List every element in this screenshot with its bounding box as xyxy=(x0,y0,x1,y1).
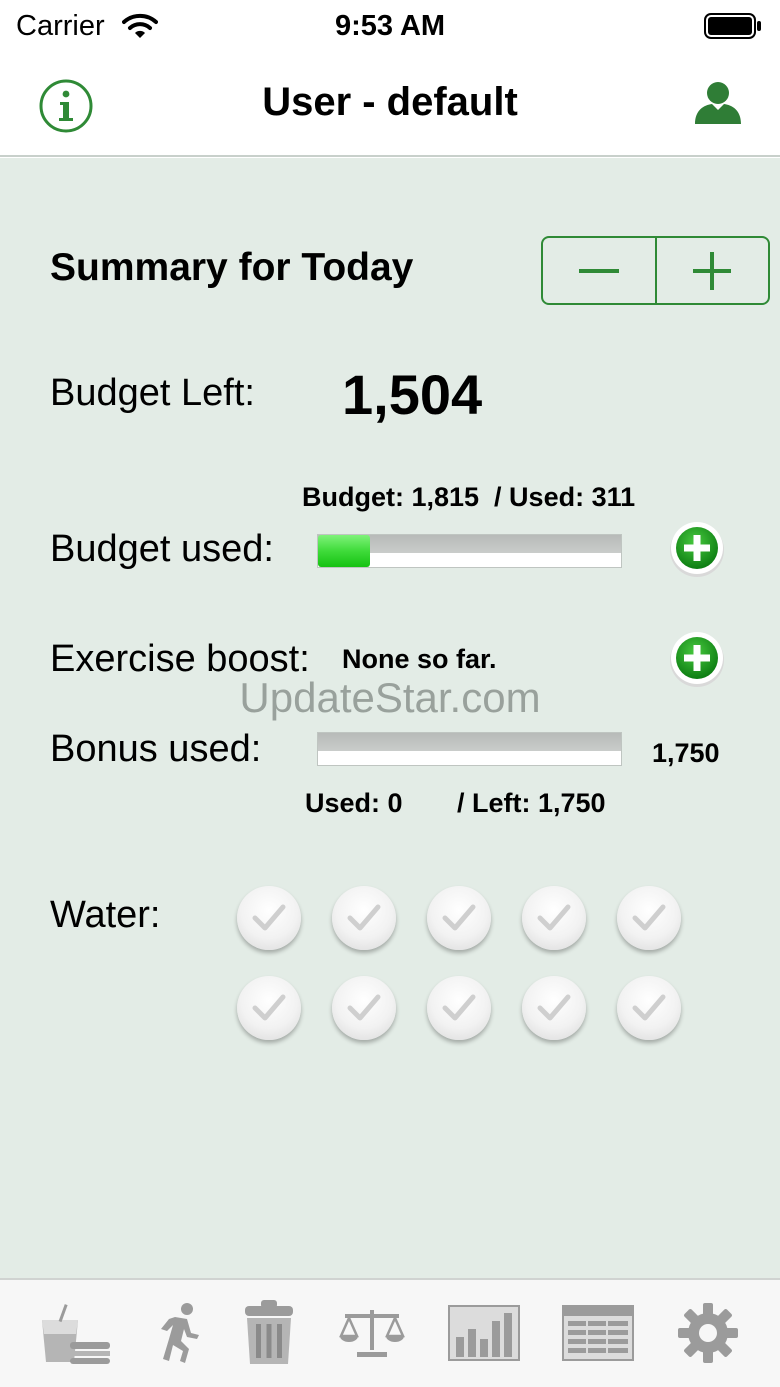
summary-panel: Summary for Today Budget Left: 1,504 Bud… xyxy=(0,158,780,1278)
tab-bar xyxy=(0,1278,780,1387)
water-tracker xyxy=(237,886,697,1040)
bonus-total: 1,750 xyxy=(652,738,720,768)
chart-icon xyxy=(448,1305,520,1361)
log-icon xyxy=(562,1305,634,1361)
user-icon[interactable] xyxy=(692,80,744,126)
bonus-used-progress xyxy=(317,732,622,766)
checkmark-icon xyxy=(537,994,571,1021)
budget-left-label: Budget Left: xyxy=(50,372,255,414)
checkmark-icon xyxy=(632,994,666,1021)
water-label: Water: xyxy=(50,894,161,936)
next-day-button[interactable] xyxy=(654,238,769,303)
minus-icon xyxy=(578,268,619,273)
budget-used-progress xyxy=(317,534,622,568)
summary-title: Summary for Today xyxy=(50,246,414,289)
exercise-icon xyxy=(161,1303,199,1363)
food-icon xyxy=(42,1304,110,1364)
watermark: UpdateStar.com xyxy=(239,674,541,721)
budget-used-fill xyxy=(318,535,370,567)
water-cup-8[interactable] xyxy=(427,976,491,1040)
checkmark-icon xyxy=(442,904,476,931)
checkmark-icon xyxy=(632,904,666,931)
scale-icon xyxy=(339,1310,405,1357)
settings-icon xyxy=(678,1303,738,1363)
water-cup-5[interactable] xyxy=(617,886,681,950)
water-cup-1[interactable] xyxy=(237,886,301,950)
bonus-used-label: Bonus used: xyxy=(50,728,262,770)
water-cup-7[interactable] xyxy=(332,976,396,1040)
battery-icon xyxy=(704,13,761,39)
water-cup-9[interactable] xyxy=(522,976,586,1040)
bonus-left-value: / Left: 1,750 xyxy=(457,788,606,818)
tab-log[interactable] xyxy=(558,1298,638,1368)
checkmark-icon xyxy=(537,904,571,931)
tab-weight[interactable] xyxy=(332,1298,412,1368)
plus-icon xyxy=(693,251,732,290)
tab-exercise[interactable] xyxy=(138,1298,218,1368)
budget-left-value: 1,504 xyxy=(342,363,483,426)
day-stepper[interactable] xyxy=(541,236,770,305)
water-cup-2[interactable] xyxy=(332,886,396,950)
nav-bar: User - default xyxy=(0,56,780,157)
previous-day-button[interactable] xyxy=(543,238,655,303)
checkmark-icon xyxy=(252,994,286,1021)
checkmark-icon xyxy=(347,994,381,1021)
water-cup-10[interactable] xyxy=(617,976,681,1040)
water-cup-6[interactable] xyxy=(237,976,301,1040)
clock: 9:53 AM xyxy=(334,10,446,42)
tab-settings[interactable] xyxy=(668,1298,748,1368)
page-title: User - default xyxy=(262,80,518,124)
status-bar: Carrier 9:53 AM xyxy=(0,0,780,56)
tab-charts[interactable] xyxy=(444,1298,524,1368)
checkmark-icon xyxy=(347,904,381,931)
exercise-boost-value: None so far. xyxy=(342,644,497,674)
budget-used-label: Budget used: xyxy=(50,528,274,570)
budget-stats: Budget: 1,815 / Used: 311 xyxy=(302,482,636,512)
add-food-button[interactable] xyxy=(668,520,726,578)
water-cup-4[interactable] xyxy=(522,886,586,950)
checkmark-icon xyxy=(442,994,476,1021)
trash-icon xyxy=(245,1300,293,1364)
bonus-used-value: Used: 0 xyxy=(305,788,403,818)
tab-food[interactable] xyxy=(34,1298,114,1368)
checkmark-icon xyxy=(252,904,286,931)
tab-trash[interactable] xyxy=(229,1298,309,1368)
water-cup-3[interactable] xyxy=(427,886,491,950)
